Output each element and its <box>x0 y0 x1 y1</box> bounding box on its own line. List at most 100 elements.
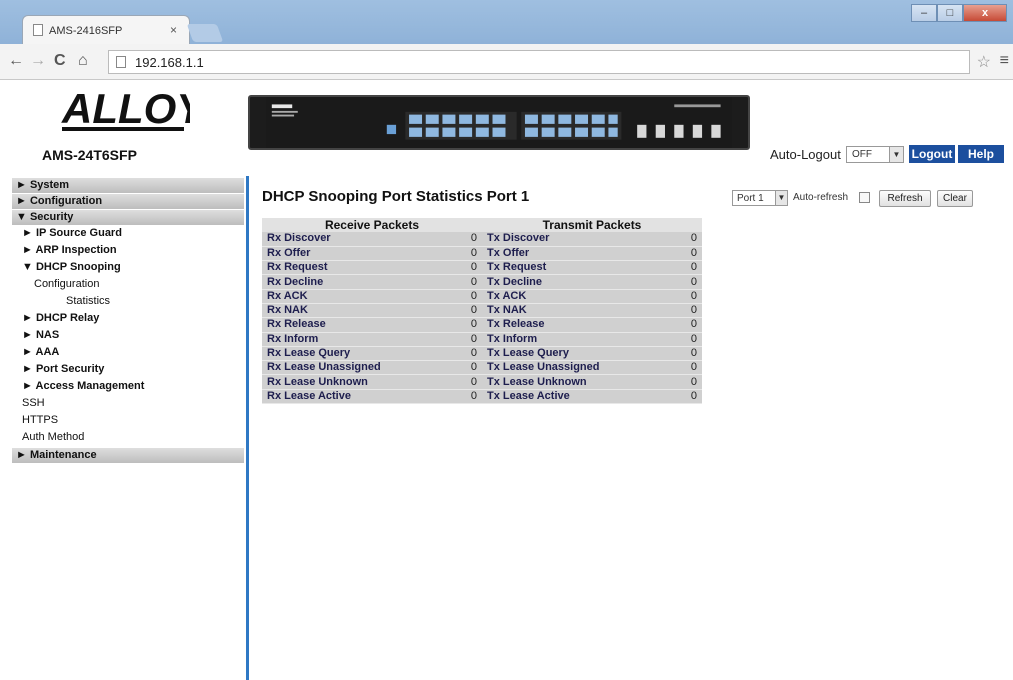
address-text: 192.168.1.1 <box>135 55 204 70</box>
tx-label: Tx Request <box>482 260 662 276</box>
rx-value: 0 <box>442 374 482 390</box>
new-tab-button[interactable] <box>186 24 224 42</box>
port-select-value: Port 1 <box>737 193 764 204</box>
rx-label: Rx Lease Unknown <box>262 374 442 390</box>
tx-label: Tx Lease Query <box>482 346 662 362</box>
tx-value: 0 <box>662 303 702 319</box>
sidebar-item-dhcp-configuration[interactable]: Configuration <box>34 278 99 290</box>
chevron-down-icon: ▼ <box>889 147 903 162</box>
rx-label: Rx Lease Unassigned <box>262 360 442 376</box>
auto-logout-select[interactable]: OFF ▼ <box>846 146 904 163</box>
table-row: Rx Lease Query 0 Tx Lease Query 0 <box>262 346 702 362</box>
tx-value: 0 <box>662 274 702 290</box>
table-row: Rx Request 0 Tx Request 0 <box>262 260 702 276</box>
auto-logout-value: OFF <box>852 149 872 160</box>
sidebar-nav: ► System ► Configuration ▼ Security ► IP… <box>12 176 246 680</box>
address-bar[interactable]: 192.168.1.1 <box>108 50 970 74</box>
tx-label: Tx Lease Active <box>482 389 662 405</box>
alloy-logo: ALLOY <box>61 85 190 132</box>
table-row: Rx Discover 0 Tx Discover 0 <box>262 232 702 247</box>
rx-label: Rx Request <box>262 260 442 276</box>
tx-value: 0 <box>662 246 702 262</box>
sidebar-item-port-security[interactable]: ► Port Security <box>22 363 104 375</box>
rx-value: 0 <box>442 232 482 247</box>
sidebar-item-nas[interactable]: ► NAS <box>22 329 59 341</box>
rx-value: 0 <box>442 289 482 304</box>
tx-value: 0 <box>662 317 702 333</box>
rx-label: Rx Discover <box>262 232 442 247</box>
sidebar-item-aaa[interactable]: ► AAA <box>22 346 59 358</box>
tx-label: Tx Lease Unknown <box>482 374 662 390</box>
tx-value: 0 <box>662 374 702 390</box>
rx-label: Rx ACK <box>262 289 442 304</box>
rx-label: Rx Lease Active <box>262 389 442 405</box>
tx-value: 0 <box>662 360 702 376</box>
page-icon <box>33 24 43 36</box>
auto-refresh-label: Auto-refresh <box>793 192 849 203</box>
close-window-button[interactable]: x <box>963 4 1007 22</box>
table-row: Rx Decline 0 Tx Decline 0 <box>262 274 702 290</box>
refresh-button[interactable]: Refresh <box>879 190 931 207</box>
rx-label: Rx NAK <box>262 303 442 319</box>
home-icon[interactable]: ⌂ <box>78 52 88 70</box>
rx-value: 0 <box>442 274 482 290</box>
minimize-button[interactable]: – <box>911 4 937 22</box>
sidebar-item-ip-source-guard[interactable]: ► IP Source Guard <box>22 227 122 239</box>
maximize-button[interactable]: □ <box>937 4 963 22</box>
device-model: AMS-24T6SFP <box>42 147 137 163</box>
rx-value: 0 <box>442 246 482 262</box>
sidebar-divider <box>246 176 249 680</box>
help-button[interactable]: Help <box>958 145 1004 163</box>
sidebar-item-auth-method[interactable]: Auth Method <box>22 431 84 443</box>
rx-value: 0 <box>442 303 482 319</box>
tx-value: 0 <box>662 332 702 347</box>
table-row: Rx NAK 0 Tx NAK 0 <box>262 303 702 319</box>
sidebar-item-configuration[interactable]: ► Configuration <box>12 194 244 209</box>
logo-text: ALLOY <box>61 85 190 132</box>
receive-packets-header: Receive Packets <box>262 218 482 232</box>
table-row: Rx Inform 0 Tx Inform 0 <box>262 332 702 347</box>
bookmark-star-icon[interactable]: ☆ <box>977 52 991 72</box>
logout-button[interactable]: Logout <box>909 145 955 163</box>
sidebar-item-dhcp-snooping[interactable]: ▼ DHCP Snooping <box>22 261 121 273</box>
browser-toolbar: ← → C ⌂ 192.168.1.1 ☆ ≡ <box>0 44 1013 80</box>
forward-icon[interactable]: → <box>30 52 46 70</box>
transmit-packets-header: Transmit Packets <box>482 218 702 232</box>
switch-front-panel-image <box>248 95 750 150</box>
page-content: ALLOY AMS-24T6SFP <box>12 82 1013 680</box>
back-icon[interactable]: ← <box>8 52 24 70</box>
tx-value: 0 <box>662 260 702 276</box>
sidebar-item-ssh[interactable]: SSH <box>22 397 45 409</box>
rx-label: Rx Inform <box>262 332 442 347</box>
rx-label: Rx Lease Query <box>262 346 442 362</box>
browser-menu-icon[interactable]: ≡ <box>1000 52 1009 70</box>
sidebar-item-system[interactable]: ► System <box>12 178 244 193</box>
clear-button[interactable]: Clear <box>937 190 973 207</box>
rx-label: Rx Offer <box>262 246 442 262</box>
tx-label: Tx Discover <box>482 232 662 247</box>
sidebar-item-https[interactable]: HTTPS <box>22 414 58 426</box>
sidebar-item-dhcp-statistics[interactable]: Statistics <box>66 295 110 307</box>
rx-value: 0 <box>442 317 482 333</box>
window-controls: – □ x <box>911 4 1007 22</box>
sidebar-item-maintenance[interactable]: ► Maintenance <box>12 448 244 463</box>
browser-tab[interactable]: AMS-2416SFP × <box>22 15 190 45</box>
chevron-down-icon: ▼ <box>775 191 787 205</box>
page-icon <box>116 56 126 68</box>
sidebar-item-arp-inspection[interactable]: ► ARP Inspection <box>22 244 117 256</box>
reload-icon[interactable]: C <box>54 52 66 70</box>
close-tab-icon[interactable]: × <box>170 23 177 37</box>
auto-refresh-checkbox[interactable] <box>859 192 870 203</box>
sidebar-item-dhcp-relay[interactable]: ► DHCP Relay <box>22 312 99 324</box>
tx-value: 0 <box>662 389 702 405</box>
port-select[interactable]: Port 1 ▼ <box>732 190 788 206</box>
tx-label: Tx Lease Unassigned <box>482 360 662 376</box>
sidebar-item-security[interactable]: ▼ Security <box>12 210 244 225</box>
page-title: DHCP Snooping Port Statistics Port 1 <box>262 188 530 205</box>
tab-title: AMS-2416SFP <box>49 25 123 37</box>
rx-value: 0 <box>442 360 482 376</box>
sidebar-item-access-management[interactable]: ► Access Management <box>22 380 144 392</box>
table-row: Rx Lease Active 0 Tx Lease Active 0 <box>262 389 702 405</box>
rx-value: 0 <box>442 260 482 276</box>
rx-label: Rx Decline <box>262 274 442 290</box>
